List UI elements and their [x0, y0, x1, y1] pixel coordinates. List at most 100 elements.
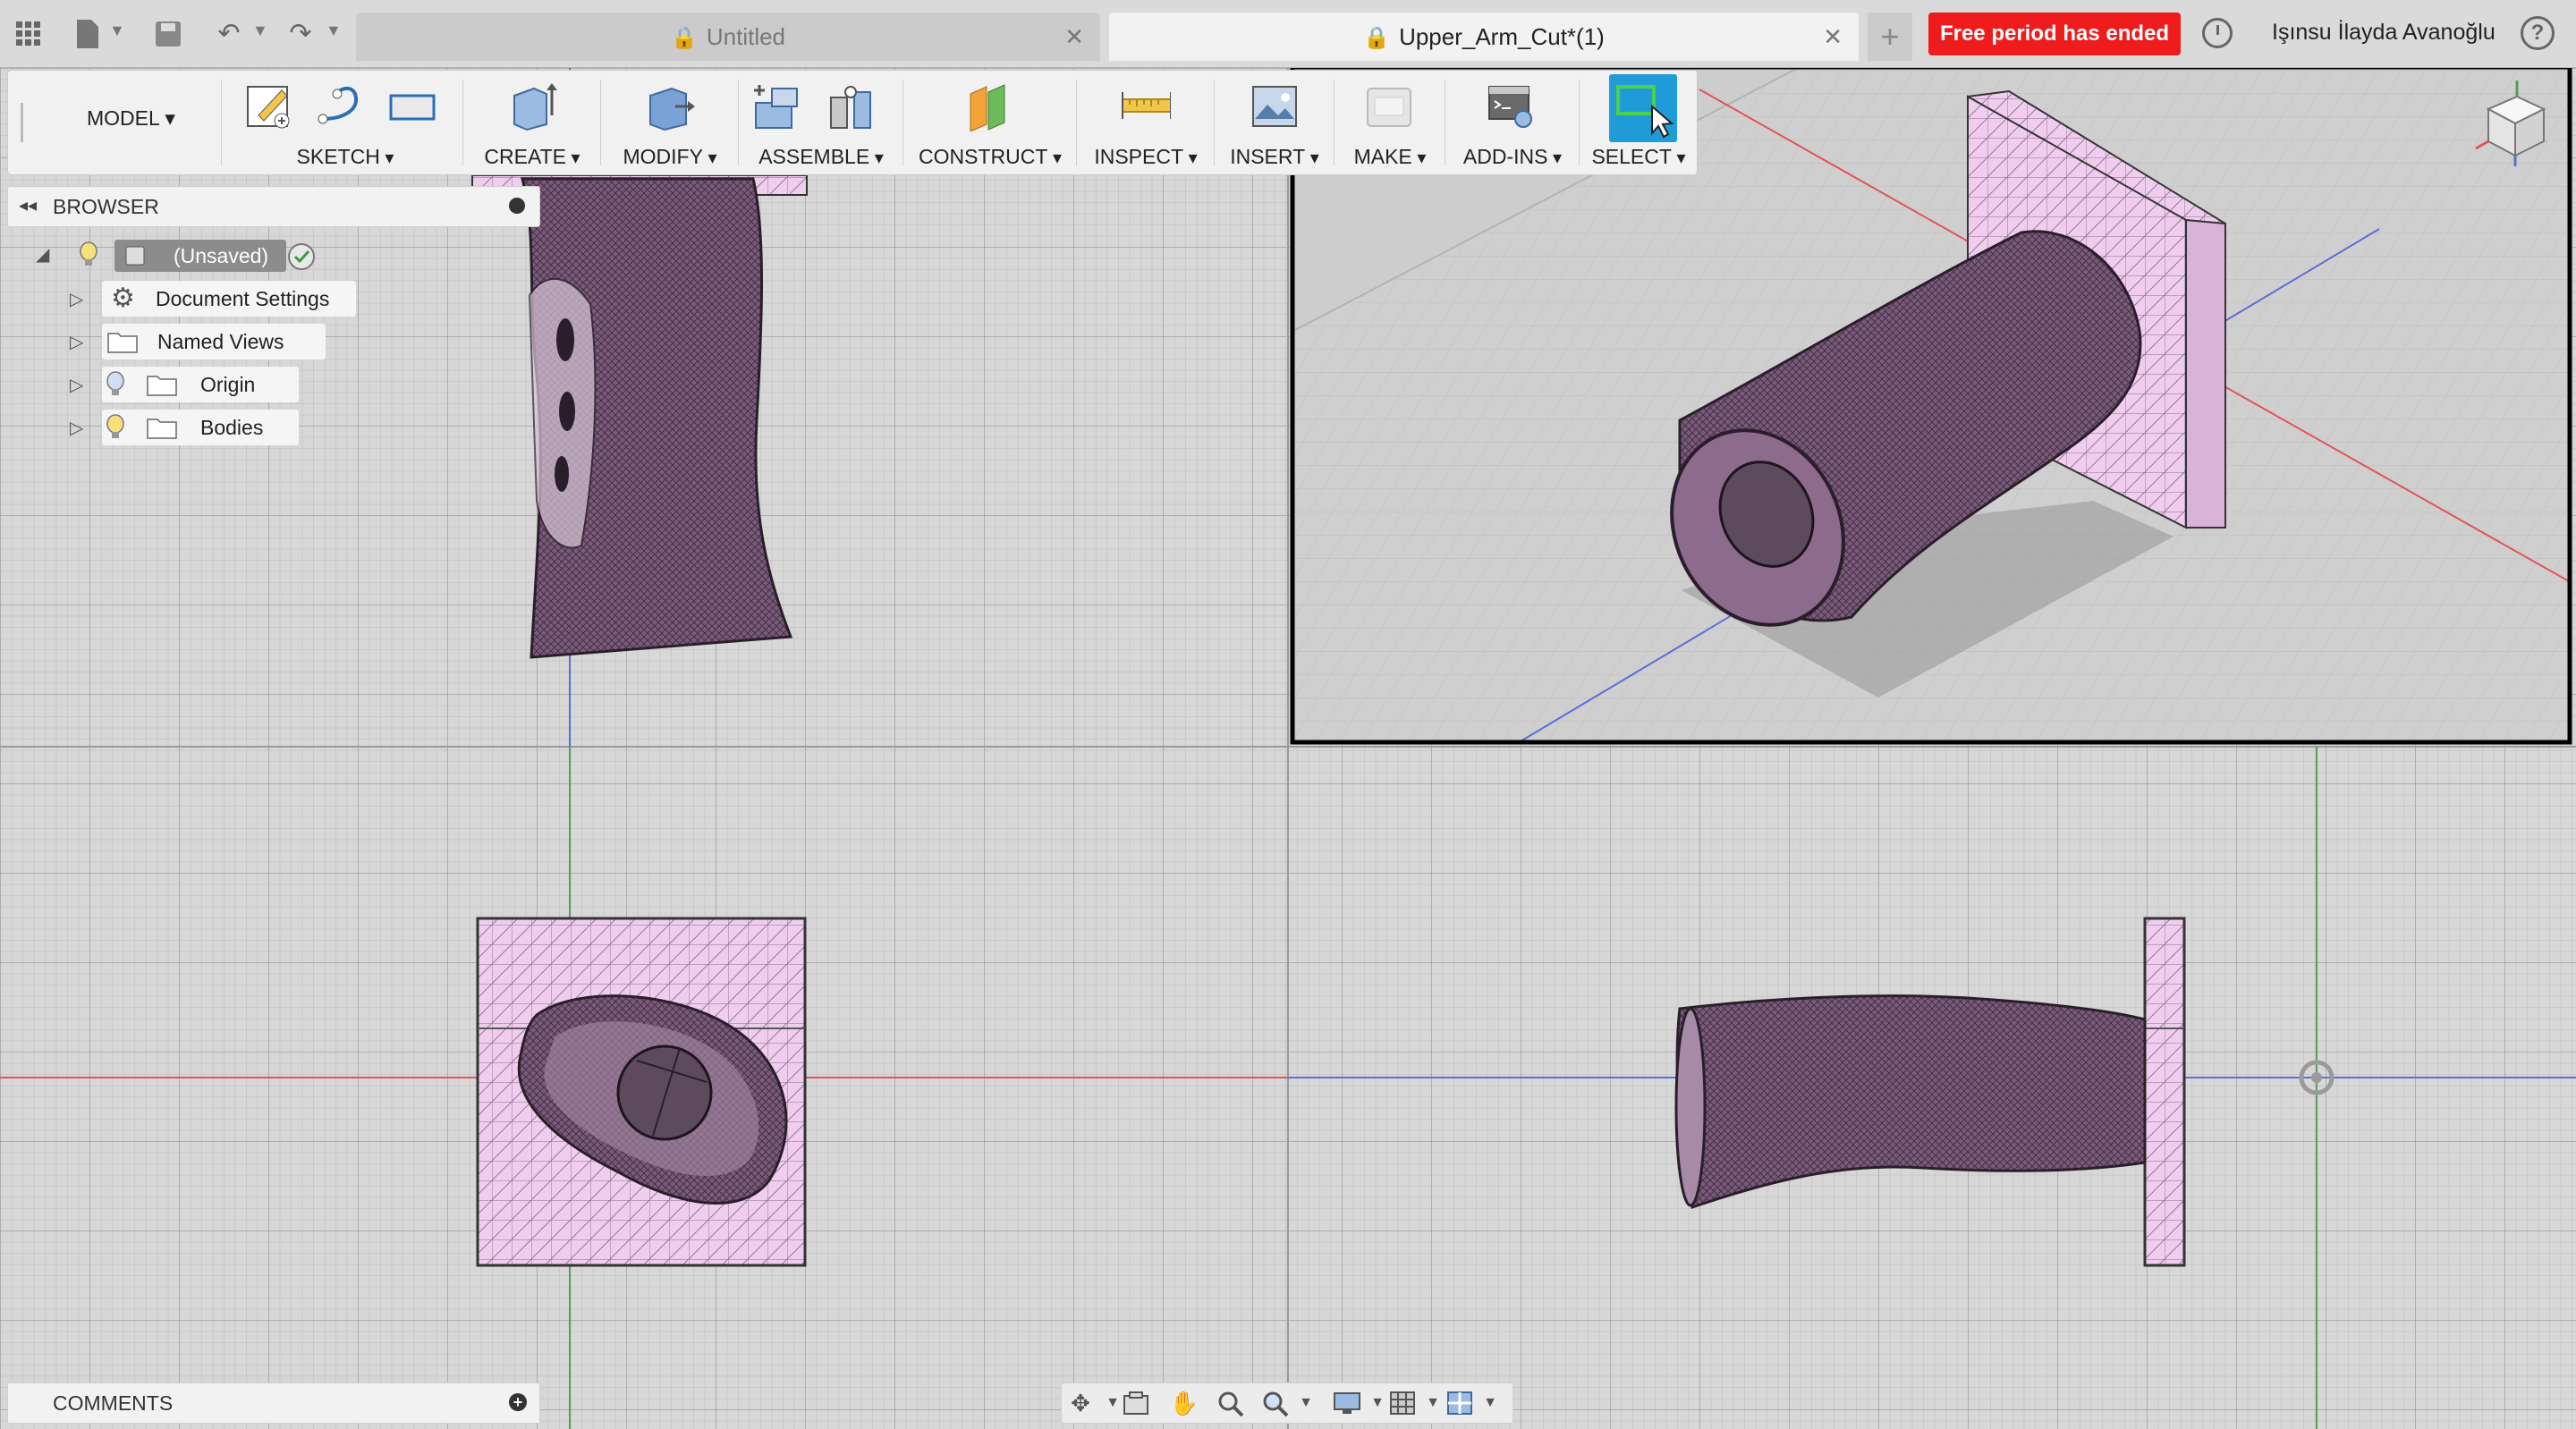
viewports-icon[interactable] [1445, 1389, 1475, 1417]
orbit-icon[interactable]: ✥ [1065, 1389, 1096, 1417]
modify-label: MODIFY [607, 145, 733, 169]
construct-group[interactable]: CONSTRUCT [910, 71, 1071, 174]
save-icon[interactable] [150, 16, 186, 52]
file-menu-icon[interactable] [70, 16, 106, 52]
comments-panel[interactable]: COMMENTS + [7, 1382, 540, 1424]
expand-triangle-icon[interactable]: ▷ [70, 417, 83, 439]
tree-item-label: Document Settings [156, 287, 330, 310]
view-cube[interactable] [2462, 73, 2560, 172]
tree-item-named-views[interactable]: ▷ Named Views [70, 324, 365, 359]
grid-settings-icon[interactable] [1387, 1389, 1418, 1417]
toolbar-grip[interactable] [21, 103, 23, 142]
joint-icon[interactable] [826, 80, 876, 131]
tree-item-label: Named Views [157, 330, 284, 353]
sketch-group[interactable]: SKETCH [233, 71, 457, 174]
tab-upper-arm-cut[interactable]: 🔒 Upper_Arm_Cut*(1) ✕ [1109, 13, 1859, 61]
redo-icon[interactable]: ↷ [283, 16, 318, 52]
toolbar-divider [1076, 80, 1077, 165]
apps-grid-icon[interactable] [11, 16, 47, 52]
add-ins-group[interactable]: ADD-INS [1450, 71, 1575, 174]
toolbar-divider [1334, 80, 1335, 165]
make-label: MAKE [1341, 145, 1439, 169]
undo-caret-icon[interactable]: ▼ [252, 21, 268, 40]
tree-root-unsaved[interactable]: ◢ (Unsaved) [36, 238, 331, 274]
expand-triangle-icon[interactable]: ▷ [70, 288, 83, 310]
extrude-icon[interactable] [507, 80, 557, 131]
free-period-badge[interactable]: Free period has ended [1928, 13, 2181, 55]
assemble-label: ASSEMBLE [745, 145, 897, 169]
front-view-body [471, 174, 808, 659]
measure-icon[interactable] [1121, 80, 1172, 131]
visibility-bulb-icon[interactable] [79, 241, 98, 268]
insert-group[interactable]: INSERT [1221, 71, 1328, 174]
toolbar-divider [738, 80, 739, 165]
active-check-icon[interactable] [286, 241, 317, 272]
collapse-browser-icon[interactable]: ◂◂ [19, 194, 37, 216]
assemble-group[interactable]: ASSEMBLE [745, 71, 897, 174]
workspace-label: MODEL [87, 106, 159, 130]
canvas-viewport[interactable] [0, 68, 2576, 1429]
make-group[interactable]: MAKE [1341, 71, 1439, 174]
tree-item-bodies[interactable]: ▷ Bodies [70, 410, 365, 445]
file-menu-caret-icon[interactable]: ▼ [109, 21, 125, 40]
visibility-bulb-icon[interactable] [106, 371, 125, 398]
rectangle-icon[interactable] [387, 80, 437, 131]
tree-item-box[interactable]: Origin [102, 367, 299, 402]
arc-icon[interactable] [316, 80, 366, 131]
scripts-icon[interactable] [1486, 80, 1536, 131]
tree-item-document-settings[interactable]: ▷ ⚙ Document Settings [70, 281, 365, 317]
look-at-icon[interactable] [1121, 1389, 1151, 1417]
toolbar-divider [902, 80, 903, 165]
job-status-icon[interactable] [2202, 18, 2233, 48]
zoom-caret-icon[interactable]: ▼ [1291, 1389, 1321, 1417]
workspace-switcher[interactable]: MODEL ▾ [87, 106, 175, 131]
folder-icon [147, 419, 177, 439]
tree-item-origin[interactable]: ▷ Origin [70, 367, 365, 402]
press-pull-icon[interactable] [645, 80, 695, 131]
tree-item-label: Origin [200, 373, 256, 396]
add-comment-icon[interactable]: + [509, 1393, 527, 1411]
tree-item-box[interactable]: Named Views [102, 324, 326, 359]
new-component-icon[interactable] [750, 80, 801, 131]
inspect-group[interactable]: INSPECT [1083, 71, 1208, 174]
add-ins-label: ADD-INS [1450, 145, 1575, 169]
browser-panel-header[interactable]: ◂◂ BROWSER [7, 186, 540, 227]
3d-print-icon[interactable] [1364, 80, 1414, 131]
close-tab-icon[interactable]: ✕ [1823, 13, 1843, 61]
select-icon[interactable] [1609, 74, 1677, 142]
expand-triangle-icon[interactable]: ▷ [70, 374, 83, 396]
create-group[interactable]: CREATE [470, 71, 595, 174]
create-sketch-icon[interactable] [242, 80, 292, 131]
new-tab-button[interactable]: + [1868, 13, 1912, 61]
comments-title: COMMENTS [53, 1391, 174, 1415]
lock-icon: 🔒 [1363, 26, 1391, 50]
display-settings-icon[interactable] [1332, 1389, 1362, 1417]
fit-icon[interactable] [1260, 1389, 1291, 1417]
offset-plane-icon[interactable] [963, 80, 1013, 132]
modify-group[interactable]: MODIFY [607, 71, 733, 174]
tab-untitled[interactable]: 🔒 Untitled ✕ [356, 13, 1100, 61]
browser-title: BROWSER [53, 195, 159, 218]
visibility-bulb-icon[interactable] [106, 414, 125, 441]
gear-icon: ⚙ [111, 283, 135, 313]
close-tab-icon[interactable]: ✕ [1064, 13, 1084, 61]
minimize-browser-icon[interactable] [509, 198, 525, 214]
help-button[interactable]: ? [2521, 16, 2555, 50]
collapse-triangle-icon[interactable]: ◢ [36, 243, 49, 266]
select-group[interactable]: SELECT [1584, 71, 1693, 174]
viewports-caret-icon[interactable]: ▼ [1475, 1389, 1505, 1417]
pan-icon[interactable]: ✋ [1169, 1389, 1199, 1417]
toolbar-divider [1214, 80, 1215, 165]
tree-item-box[interactable]: ⚙ Document Settings [102, 281, 356, 317]
tree-item-label: Bodies [200, 416, 264, 439]
navigation-bar: ✥ ▼ ✋ ▼ ▼ ▼ ▼ [1061, 1382, 1513, 1424]
user-name[interactable]: Işınsu İlayda Avanoğlu [2272, 20, 2496, 46]
expand-triangle-icon[interactable]: ▷ [70, 331, 83, 353]
root-component[interactable]: (Unsaved) [114, 240, 286, 272]
grid-caret-icon[interactable]: ▼ [1418, 1389, 1448, 1417]
redo-caret-icon[interactable]: ▼ [326, 21, 342, 40]
insert-image-icon[interactable] [1250, 80, 1300, 131]
zoom-icon[interactable] [1216, 1389, 1246, 1417]
tree-item-box[interactable]: Bodies [102, 410, 299, 445]
undo-icon[interactable]: ↶ [211, 16, 247, 52]
